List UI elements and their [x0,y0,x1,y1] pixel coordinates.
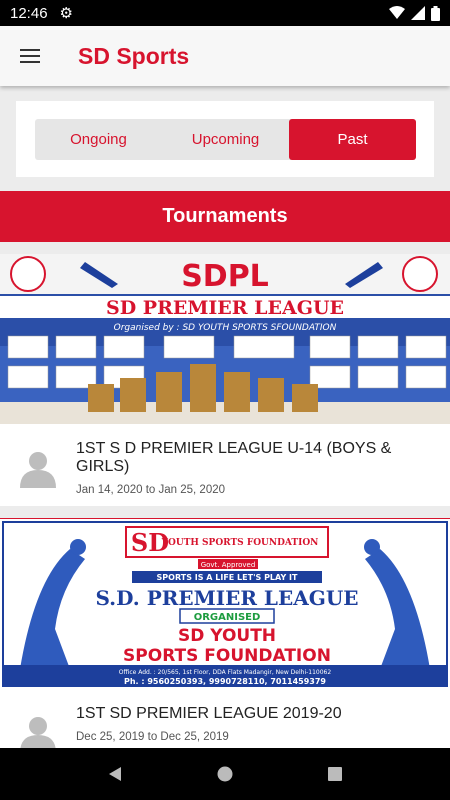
wifi-icon [389,6,405,19]
home-icon[interactable] [217,766,233,782]
date-separator: to [147,731,158,743]
tournament-list[interactable]: SDPL SD PREMIER LEAGUE Organised by : SD… [0,254,450,748]
tournament-info: 1ST S D PREMIER LEAGUE U-14 (BOYS & GIRL… [0,424,450,506]
banner-address: Office Add. : 20/565, 1st Floor, DDA Fla… [119,669,332,676]
banner-organised: ORGANISED [194,612,261,623]
settings-gear-icon: ⚙ [59,5,73,22]
section-header: Tournaments [0,191,450,242]
battery-icon [431,5,440,21]
tab-upcoming[interactable]: Upcoming [162,119,289,160]
avatar-placeholder-icon [20,452,56,488]
tab-ongoing[interactable]: Ongoing [35,119,162,160]
tab-past[interactable]: Past [289,119,416,160]
tournament-title: 1ST S D PREMIER LEAGUE U-14 (BOYS & GIRL… [76,440,392,475]
banner-headline: SDPL [181,259,269,294]
sdpl-banner-graphic: SDPL SD PREMIER LEAGUE Organised by : SD… [0,254,450,424]
app-title: SD Sports [78,42,190,69]
tournament-title: 1ST SD PREMIER LEAGUE 2019-20 [76,705,342,722]
sd-youth-banner-graphic: SD YOUTH SPORTS FOUNDATION Govt. Approve… [0,519,450,689]
tournament-start-date: Dec 25, 2019 [76,731,145,743]
date-separator: to [145,484,156,496]
recents-icon[interactable] [327,766,343,782]
tournament-dates: Jan 14, 2020 to Jan 25, 2020 [76,484,432,496]
avatar-placeholder-icon [20,717,56,748]
tournament-start-date: Jan 14, 2020 [76,484,143,496]
tournament-dates: Dec 25, 2019 to Dec 25, 2019 [76,731,342,743]
hamburger-menu-icon [20,49,40,63]
back-icon[interactable] [107,766,123,782]
banner-league: S.D. PREMIER LEAGUE [95,586,358,610]
banner-logo-text: YOUTH SPORTS FOUNDATION [161,538,319,548]
banner-approved: Govt. Approved [201,561,256,569]
tournament-banner-image: SD YOUTH SPORTS FOUNDATION Govt. Approve… [0,519,450,689]
section-title: Tournaments [162,205,288,227]
banner-phone: Ph. : 9560250393, 9990728110, 7011459379 [124,677,326,686]
menu-button[interactable] [0,26,60,86]
system-nav-bar [0,748,450,800]
tournament-end-date: Jan 25, 2020 [158,484,226,496]
banner-org-line2: SPORTS FOUNDATION [123,646,331,666]
status-time: 12:46 [10,4,48,22]
banner-org-line1: SD YOUTH [178,626,276,646]
status-bar: 12:46 ⚙ [0,0,450,26]
tournament-banner-image: SDPL SD PREMIER LEAGUE Organised by : SD… [0,254,450,424]
tournament-card[interactable]: SDPL SD PREMIER LEAGUE Organised by : SD… [0,254,450,506]
banner-organiser: Organised by : SD YOUTH SPORTS SFOUNDATI… [114,323,337,333]
tabs-container: Ongoing Upcoming Past [16,101,434,177]
tournament-card[interactable]: SD YOUTH SPORTS FOUNDATION Govt. Approve… [0,518,450,748]
app-bar: SD Sports [0,26,450,86]
tournament-info: 1ST SD PREMIER LEAGUE 2019-20 Dec 25, 20… [0,689,450,748]
banner-subline: SD PREMIER LEAGUE [106,297,344,319]
tournament-end-date: Dec 25, 2019 [160,731,229,743]
signal-icon [411,6,425,20]
segmented-tabs: Ongoing Upcoming Past [35,119,416,160]
banner-slogan: SPORTS IS A LIFE LET'S PLAY IT [157,573,298,582]
